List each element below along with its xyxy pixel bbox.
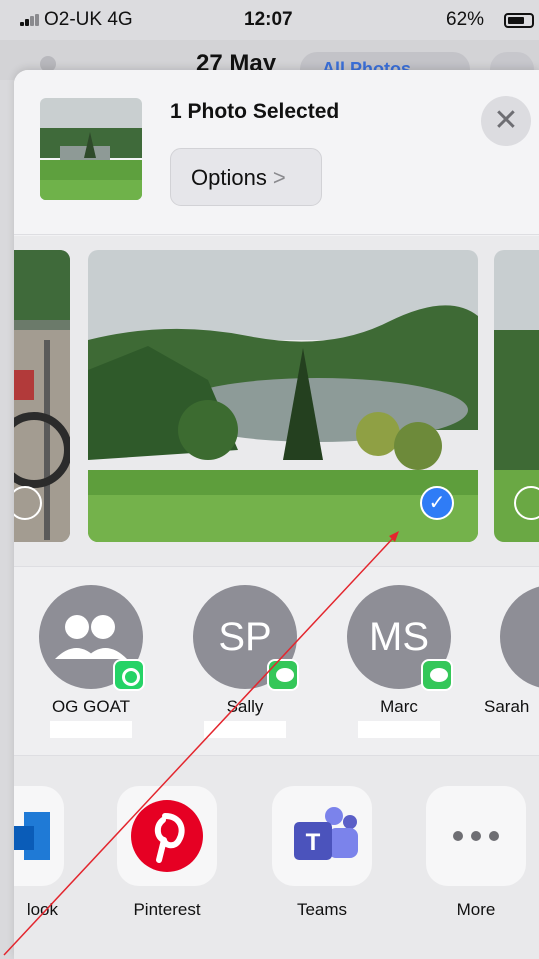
contact-name: Sarah bbox=[484, 697, 530, 716]
status-bar: O2-UK 4G 12:07 62% bbox=[0, 0, 539, 40]
app-label: look bbox=[26, 900, 58, 919]
signal-icon bbox=[20, 14, 42, 26]
whatsapp-icon bbox=[113, 659, 145, 691]
people-suggestions: OG GOAT SP Sally MS Marc Sarah bbox=[14, 566, 539, 756]
messages-icon bbox=[421, 659, 453, 691]
pinterest-icon bbox=[117, 786, 217, 886]
redaction bbox=[358, 721, 440, 738]
app-teams[interactable]: T Teams bbox=[272, 786, 372, 920]
photo-next[interactable] bbox=[494, 250, 539, 542]
app-outlook[interactable]: look bbox=[14, 786, 64, 920]
options-label: Options bbox=[191, 165, 267, 190]
contact-sally[interactable]: SP Sally bbox=[190, 585, 300, 738]
avatar-initials: MS bbox=[369, 615, 429, 659]
app-label: Teams bbox=[296, 900, 348, 919]
photo-selected[interactable]: ✓ bbox=[88, 250, 478, 542]
clock: 12:07 bbox=[244, 9, 293, 30]
chevron-right-icon: > bbox=[272, 165, 286, 190]
share-sheet-header: 1 Photo Selected Options > ✕ bbox=[14, 70, 539, 235]
share-title: 1 Photo Selected bbox=[170, 100, 340, 123]
avatar bbox=[500, 585, 539, 689]
avatar: MS bbox=[347, 585, 453, 691]
avatar: SP bbox=[193, 585, 299, 691]
outlook-icon bbox=[14, 786, 64, 886]
app-row: look Pinterest T Teams More bbox=[14, 756, 539, 959]
carrier-label: O2-UK 4G bbox=[44, 9, 133, 30]
app-pinterest[interactable]: Pinterest bbox=[117, 786, 217, 920]
messages-icon bbox=[267, 659, 299, 691]
redaction bbox=[50, 721, 132, 738]
photo-carousel[interactable]: ✓ bbox=[14, 236, 539, 566]
svg-text:T: T bbox=[306, 829, 321, 856]
teams-icon: T bbox=[272, 786, 372, 886]
battery-icon bbox=[504, 13, 534, 28]
contact-sarah[interactable]: Sarah bbox=[484, 585, 539, 717]
battery-percent: 62% bbox=[446, 9, 485, 30]
group-avatar bbox=[39, 585, 145, 691]
share-sheet: 1 Photo Selected Options > ✕ ✓ OG GOAT S… bbox=[14, 70, 539, 959]
close-button[interactable]: ✕ bbox=[481, 96, 531, 146]
selected-photo-thumbnail bbox=[40, 98, 142, 200]
contact-name: OG GOAT bbox=[51, 697, 131, 716]
close-icon: ✕ bbox=[493, 104, 519, 137]
avatar-initials: SP bbox=[218, 615, 272, 659]
app-label: More bbox=[456, 900, 496, 919]
app-label: Pinterest bbox=[133, 900, 201, 919]
contact-name: Marc bbox=[380, 697, 418, 716]
more-icon bbox=[426, 786, 526, 886]
contact-name: Sally bbox=[226, 697, 264, 716]
selected-check-icon[interactable]: ✓ bbox=[420, 486, 454, 520]
redaction bbox=[204, 721, 286, 738]
photo-previous[interactable] bbox=[14, 250, 70, 542]
app-more[interactable]: More bbox=[426, 786, 526, 920]
options-button[interactable]: Options > bbox=[170, 148, 322, 206]
contact-og-goat[interactable]: OG GOAT bbox=[36, 585, 146, 738]
contact-marc[interactable]: MS Marc bbox=[344, 585, 454, 738]
